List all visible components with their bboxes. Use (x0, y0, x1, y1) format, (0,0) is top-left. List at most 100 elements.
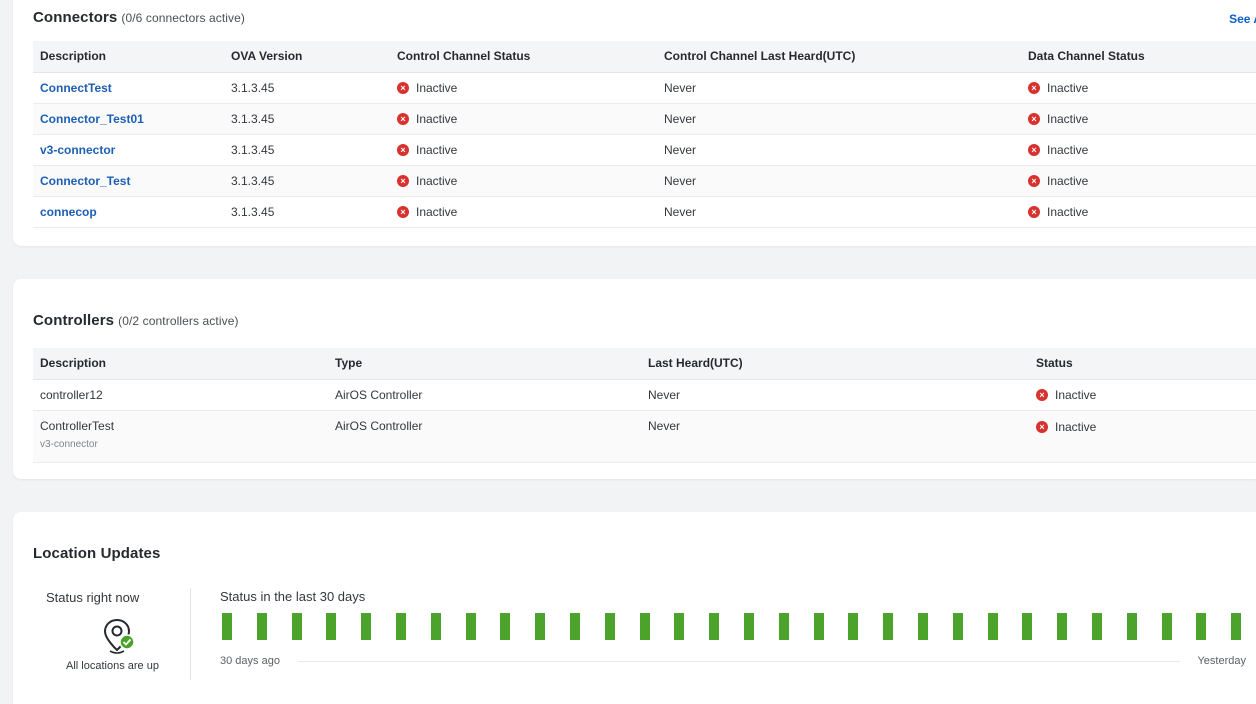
control-status-cell: × Inactive (390, 165, 657, 197)
status-text: Inactive (416, 143, 458, 157)
day-status-bar[interactable] (778, 613, 789, 640)
day-status-bar[interactable] (709, 613, 720, 640)
day-status-bar[interactable] (1092, 613, 1102, 640)
dashboard-page: Connectors(0/6 connectors active) See A … (0, 0, 1256, 704)
controllers-title: Controllers (0/2 controllers active) (33, 312, 239, 329)
day-status-bar[interactable] (222, 613, 232, 640)
connector-link[interactable]: v3-connector (33, 134, 224, 166)
column-header-control-channel-last-heard[interactable]: Control Channel Last Heard(UTC) (657, 41, 1021, 73)
timeline-axis (298, 661, 1180, 662)
control-status-cell: × Inactive (390, 103, 657, 135)
connectors-table: Description OVA Version Control Channel … (33, 41, 1256, 228)
x-circle-icon: × (1028, 175, 1040, 187)
axis-start-label: 30 days ago (220, 655, 280, 667)
controller-description: ControllerTest (40, 418, 115, 433)
day-status-bar[interactable] (256, 613, 267, 640)
column-header-last-heard[interactable]: Last Heard(UTC) (641, 348, 1029, 380)
status-text: Inactive (416, 81, 458, 95)
data-status-cell: × Inactive (1021, 134, 1256, 166)
day-status-bar[interactable] (952, 613, 963, 640)
data-status-cell: × Inactive (1021, 165, 1256, 197)
control-status-cell: × Inactive (390, 196, 657, 228)
column-header-type[interactable]: Type (328, 348, 641, 380)
ova-version: 3.1.3.45 (224, 134, 390, 166)
day-status-bar[interactable] (1231, 613, 1242, 640)
status-text: Inactive (416, 174, 458, 188)
control-status-cell: × Inactive (390, 72, 657, 104)
connectors-subtitle: (0/6 connectors active) (121, 11, 246, 25)
status-cell: × Inactive (1029, 410, 1256, 463)
day-status-bar[interactable] (1057, 613, 1068, 640)
location-pin-check-icon (103, 618, 135, 654)
status-text: Inactive (1047, 143, 1089, 157)
last-heard: Never (657, 103, 1021, 135)
day-status-bar[interactable] (848, 613, 859, 640)
day-status-bar[interactable] (361, 613, 372, 640)
location-updates-title: Location Updates (33, 545, 161, 562)
controllers-title-text: Controllers (33, 312, 115, 329)
day-status-bar[interactable] (500, 613, 511, 640)
day-status-bar[interactable] (639, 613, 650, 640)
day-status-bar[interactable] (396, 613, 406, 640)
connector-link[interactable]: Connector_Test (33, 165, 224, 197)
table-row: Connector_Test 3.1.3.45 × Inactive Never … (33, 165, 1256, 197)
day-status-bar[interactable] (604, 613, 615, 640)
controller-connector-name: v3-connector (40, 438, 98, 450)
day-status-bar[interactable] (465, 613, 476, 640)
connector-link[interactable]: ConnectTest (33, 72, 224, 104)
column-header-control-channel-status[interactable]: Control Channel Status (390, 41, 657, 73)
connector-link[interactable]: Connector_Test01 (33, 103, 224, 135)
day-status-bar[interactable] (883, 613, 894, 640)
controllers-card: Controllers (0/2 controllers active) Desc… (13, 279, 1256, 479)
controller-description-cell: ControllerTest v3-connector (33, 410, 328, 463)
day-status-bar[interactable] (535, 613, 546, 640)
last-heard: Never (657, 134, 1021, 166)
day-status-bar[interactable] (1126, 613, 1137, 640)
column-header-status[interactable]: Status (1029, 348, 1256, 380)
status-text: Inactive (1047, 81, 1089, 95)
status-text: Inactive (1055, 388, 1097, 402)
column-header-description[interactable]: Description (33, 348, 328, 380)
status-text: Inactive (1047, 174, 1089, 188)
status-text: Inactive (1047, 205, 1089, 219)
day-status-bar[interactable] (570, 613, 580, 640)
day-status-bar[interactable] (674, 613, 685, 640)
table-row: ConnectTest 3.1.3.45 × Inactive Never × In… (33, 72, 1256, 104)
day-status-bar[interactable] (430, 613, 441, 640)
controllers-subtitle: (0/2 controllers active) (118, 314, 239, 328)
ova-version: 3.1.3.45 (224, 72, 390, 104)
control-status-cell: × Inactive (390, 134, 657, 166)
controllers-table: Description Type Last Heard(UTC) Status … (33, 348, 1256, 463)
day-status-bar[interactable] (744, 613, 754, 640)
last-heard: Never (641, 410, 1029, 463)
ova-version: 3.1.3.45 (224, 196, 390, 228)
day-status-bar[interactable] (326, 613, 337, 640)
day-status-bar[interactable] (918, 613, 928, 640)
table-row: v3-connector 3.1.3.45 × Inactive Never × I… (33, 134, 1256, 166)
column-header-ova-version[interactable]: OVA Version (224, 41, 390, 73)
status-now-panel: Status right now All locations are up (33, 588, 191, 680)
see-all-link[interactable]: See A (1229, 12, 1256, 26)
day-status-bar[interactable] (813, 613, 824, 640)
day-status-bar[interactable] (291, 613, 302, 640)
column-header-data-channel-status[interactable]: Data Channel Status (1021, 41, 1256, 73)
day-status-bar[interactable] (1022, 613, 1033, 640)
data-status-cell: × Inactive (1021, 72, 1256, 104)
ova-version: 3.1.3.45 (224, 103, 390, 135)
x-circle-icon: × (397, 206, 409, 218)
status-cell: × Inactive (1029, 379, 1256, 411)
controller-type: AirOS Controller (328, 379, 641, 411)
day-status-bar[interactable] (1196, 613, 1207, 640)
location-updates-card: Location Updates Status right now All lo… (13, 512, 1256, 704)
x-circle-icon: × (397, 175, 409, 187)
column-header-description[interactable]: Description (33, 41, 224, 73)
day-status-bar[interactable] (1161, 613, 1172, 640)
status-text: Inactive (1047, 112, 1089, 126)
x-circle-icon: × (1028, 206, 1040, 218)
x-circle-icon: × (397, 82, 409, 94)
day-status-bar[interactable] (987, 613, 998, 640)
status-text: Inactive (416, 112, 458, 126)
x-circle-icon: × (1028, 82, 1040, 94)
connector-link[interactable]: connecop (33, 196, 224, 228)
x-circle-icon: × (1036, 420, 1048, 433)
